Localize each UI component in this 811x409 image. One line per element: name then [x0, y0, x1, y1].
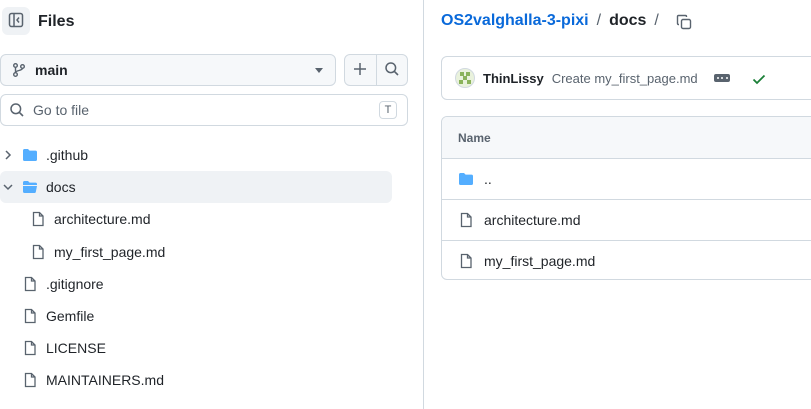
folder-icon — [22, 147, 38, 163]
table-header: Name — [442, 117, 811, 159]
tree-item-label: .gitignore — [46, 276, 104, 292]
plus-icon — [352, 61, 368, 80]
table-row[interactable]: architecture.md — [442, 200, 811, 241]
branch-name: main — [35, 62, 68, 78]
sidebar-toggle-icon — [8, 12, 24, 31]
file-icon — [458, 253, 474, 269]
file-icon — [22, 340, 38, 356]
commit-author[interactable]: ThinLissy — [483, 71, 544, 86]
chevron-right-icon — [2, 148, 14, 162]
add-file-button[interactable] — [345, 55, 376, 85]
name-column-header: Name — [458, 130, 491, 145]
tree-item-gemfile[interactable]: Gemfile — [0, 300, 392, 332]
breadcrumb: OS2valghalla-3-pixi / docs / — [441, 12, 667, 30]
search-icon — [384, 61, 400, 80]
keyboard-shortcut-hint: T — [379, 101, 397, 119]
copy-path-button[interactable] — [671, 10, 697, 36]
breadcrumb-separator: / — [596, 12, 602, 29]
file-icon — [30, 244, 46, 260]
tree-item-docs[interactable]: docs — [0, 171, 392, 203]
breadcrumb-repo-link[interactable]: OS2valghalla-3-pixi — [441, 12, 589, 30]
tree-item-label: my_first_page.md — [54, 244, 166, 260]
tree-item-label: Gemfile — [46, 308, 95, 324]
tree-item-github[interactable]: .github — [0, 139, 392, 171]
commit-message[interactable]: Create my_first_page.md — [552, 71, 698, 86]
file-icon — [22, 308, 38, 324]
tree-item-gitignore[interactable]: .gitignore — [0, 268, 392, 300]
latest-commit-box: ThinLissy Create my_first_page.md — [441, 56, 811, 100]
file-icon — [30, 211, 46, 227]
table-row-parent-directory[interactable]: .. — [442, 159, 811, 200]
file-icon — [458, 212, 474, 228]
folder-icon — [458, 171, 474, 187]
search-files-button[interactable] — [375, 55, 408, 85]
breadcrumb-current: docs — [609, 12, 647, 29]
file-table: Name .. architecture.md my_first_page.md — [441, 116, 811, 280]
breadcrumb-separator: / — [654, 12, 659, 29]
check-icon[interactable] — [751, 71, 767, 87]
copy-icon — [676, 14, 692, 33]
tree-item-label: architecture.md — [54, 211, 151, 227]
file-icon — [22, 276, 38, 292]
go-to-file-box: T — [0, 94, 408, 126]
tree-item-license[interactable]: LICENSE — [0, 332, 392, 364]
chevron-down-icon — [315, 68, 323, 73]
file-tree-sidebar: Files main T — [0, 0, 424, 409]
avatar[interactable] — [455, 68, 475, 88]
search-icon — [9, 102, 25, 118]
table-row-label: my_first_page.md — [484, 253, 596, 269]
git-branch-icon — [11, 62, 27, 78]
chevron-down-icon — [2, 180, 14, 194]
tree-item-label: MAINTAINERS.md — [46, 372, 164, 388]
collapse-sidebar-button[interactable] — [2, 7, 30, 35]
tree-item-label: docs — [46, 179, 76, 195]
sidebar-title: Files — [38, 13, 75, 30]
file-icon — [22, 372, 38, 388]
branch-selector-button[interactable]: main — [0, 54, 336, 86]
tree-item-label: .github — [46, 147, 89, 163]
directory-view: OS2valghalla-3-pixi / docs / ThinLissy C… — [425, 0, 811, 409]
commit-details-ellipsis-icon[interactable] — [714, 74, 730, 82]
table-row-label: architecture.md — [484, 212, 581, 228]
table-row[interactable]: my_first_page.md — [442, 241, 811, 279]
tree-item-my-first-page[interactable]: my_first_page.md — [0, 236, 392, 268]
file-actions-group — [344, 54, 408, 86]
tree-item-label: LICENSE — [46, 340, 106, 356]
tree-item-architecture[interactable]: architecture.md — [0, 203, 392, 235]
tree-item-maintainers[interactable]: MAINTAINERS.md — [0, 364, 392, 396]
table-row-label: .. — [484, 171, 492, 187]
go-to-file-input[interactable] — [33, 102, 363, 118]
folder-open-icon — [22, 179, 38, 195]
